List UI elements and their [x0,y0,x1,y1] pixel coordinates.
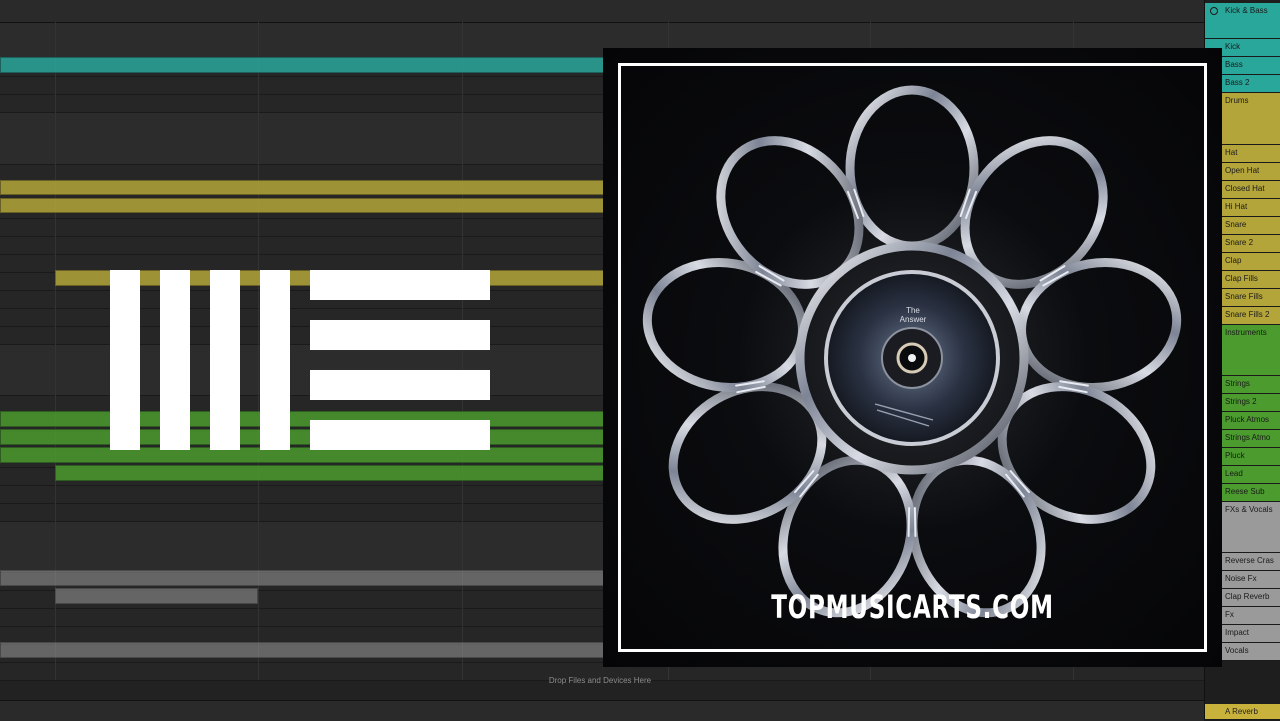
chrome-sculpture-artwork [642,85,1182,618]
track-name: Clap Reverb [1225,592,1270,601]
track-name: Snare Fills [1225,292,1263,301]
track-name: Fx [1225,610,1234,619]
audio-clip[interactable] [55,588,258,604]
logo-horizontal-bar [310,420,490,450]
album-cover-art: The Answer TOPMUSICARTS.COM [603,48,1222,667]
track-name: Clap Fills [1225,274,1258,283]
ableton-logo [110,270,490,450]
chrome-loop [845,85,979,251]
chrome-loop [960,136,1108,289]
track-name: Hat [1225,148,1238,157]
ableton-live-window: Drop Files and Devices Here Kick & Bass K… [0,0,1280,721]
track-name: Vocals [1225,646,1249,655]
chrome-loop [642,257,807,393]
return-lane [0,700,1204,721]
track-name: Reese Sub [1225,487,1265,496]
track-name: FXs & Vocals [1225,505,1273,514]
chrome-loop [716,136,864,289]
track-name: Snare Fills 2 [1225,310,1270,319]
return-track-header[interactable]: A Reverb [1205,704,1280,720]
track-name: Kick & Bass [1225,6,1268,15]
watermark-caption: TOPMUSICARTS.COM [771,588,1054,626]
track-name: Bass [1225,60,1243,69]
logo-vertical-bar [160,270,190,450]
track-name: Instruments [1225,328,1267,337]
logo-vertical-bar [260,270,290,450]
track-name: Hi Hat [1225,202,1248,211]
track-name: Closed Hat [1225,184,1265,193]
return-track-name: A Reverb [1225,707,1258,716]
chrome-spike [907,507,911,537]
track-name: Pluck Atmos [1225,415,1270,424]
track-name: Reverse Cras [1225,556,1274,565]
track-name: Snare 2 [1225,238,1254,247]
drop-files-hint: Drop Files and Devices Here [548,676,652,685]
track-name: Impact [1225,628,1250,637]
track-name: Lead [1225,469,1243,478]
record-title: The Answer [899,306,927,324]
track-name: Clap [1225,256,1242,265]
chrome-loop [1017,257,1182,393]
timeline-ruler[interactable] [0,0,1204,23]
track-name: Pluck [1225,451,1245,460]
logo-horizontal-bar [310,320,490,350]
logo-vertical-bar [110,270,140,450]
chrome-loop [997,382,1156,524]
track-name: Noise Fx [1225,574,1257,583]
logo-horizontal-bar [310,370,490,400]
track-name: Strings Atmo [1225,433,1271,442]
track-name: Strings [1225,379,1250,388]
track-name: Open Hat [1225,166,1260,175]
track-name: Bass 2 [1225,78,1250,87]
logo-vertical-bar [210,270,240,450]
track-name: Drums [1225,96,1249,105]
logo-horizontal-bar [310,270,490,300]
group-track-header[interactable]: Kick & Bass [1205,3,1280,39]
track-name: Kick [1225,42,1241,51]
track-name: Strings 2 [1225,397,1257,406]
chrome-spike [913,507,917,537]
track-name: Snare [1225,220,1247,229]
fold-toggle-icon[interactable] [1210,7,1218,15]
